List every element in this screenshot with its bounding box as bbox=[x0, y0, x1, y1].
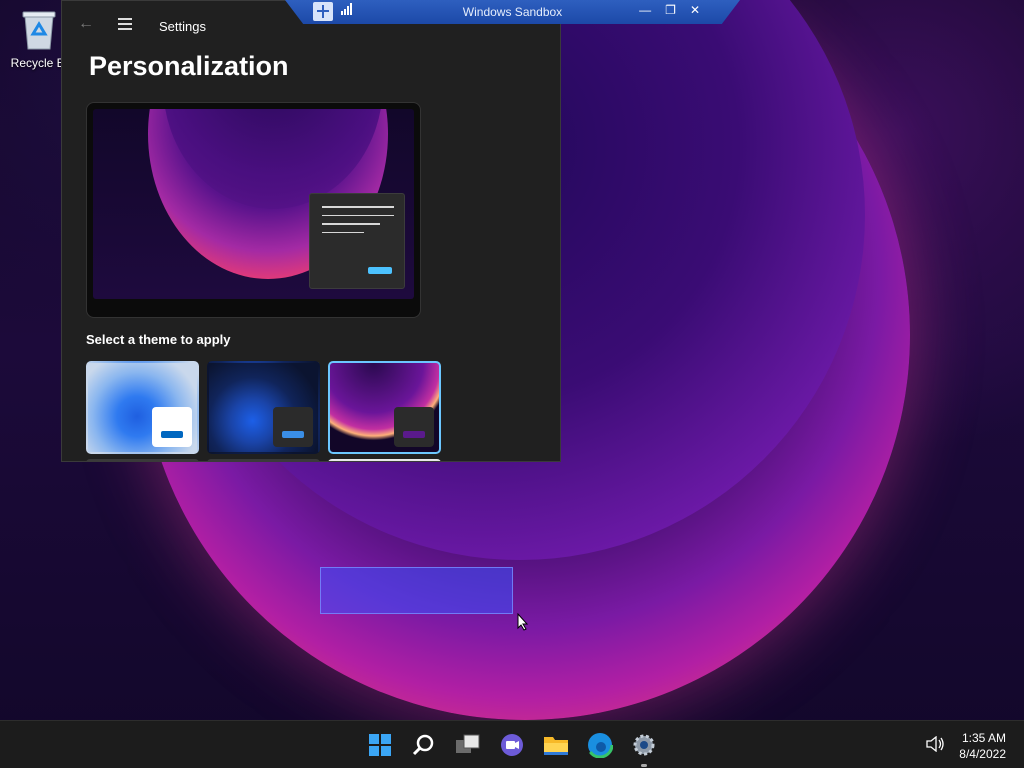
theme-section-label: Select a theme to apply bbox=[86, 332, 231, 347]
theme-dark[interactable] bbox=[207, 361, 320, 454]
theme-row2-3[interactable] bbox=[328, 459, 441, 461]
chat-icon[interactable] bbox=[496, 729, 528, 761]
file-explorer-icon[interactable] bbox=[540, 729, 572, 761]
edge-icon[interactable] bbox=[584, 729, 616, 761]
theme-preview bbox=[86, 102, 421, 318]
theme-list bbox=[86, 361, 441, 454]
clock[interactable]: 1:35 AM 8/4/2022 bbox=[959, 730, 1006, 762]
recycle-bin-label: Recycle Bi bbox=[10, 56, 68, 70]
restore-icon[interactable]: ❐ bbox=[665, 3, 676, 17]
back-arrow-icon[interactable]: ← bbox=[78, 15, 94, 33]
start-icon[interactable] bbox=[364, 729, 396, 761]
app-title: Settings bbox=[159, 19, 206, 34]
taskbar: 1:35 AM 8/4/2022 bbox=[0, 720, 1024, 768]
desktop-selection-rectangle bbox=[320, 567, 513, 614]
theme-light-preview-window bbox=[152, 407, 192, 447]
search-icon[interactable] bbox=[408, 729, 440, 761]
settings-window: ← Settings Personalization Select a them… bbox=[61, 0, 561, 462]
preview-button bbox=[368, 267, 392, 274]
theme-dark-preview-window bbox=[273, 407, 313, 447]
minimize-icon[interactable]: — bbox=[639, 3, 651, 17]
clock-time: 1:35 AM bbox=[961, 731, 1006, 745]
theme-row2-2[interactable] bbox=[207, 459, 320, 461]
sandbox-titlebar: Windows Sandbox — ❐ ✕ bbox=[285, 0, 740, 24]
taskbar-apps bbox=[364, 729, 660, 767]
active-app-indicator bbox=[641, 764, 647, 767]
close-icon[interactable]: ✕ bbox=[690, 3, 700, 17]
settings-icon[interactable] bbox=[628, 729, 660, 767]
preview-window bbox=[309, 193, 405, 289]
theme-row2-1[interactable] bbox=[86, 459, 199, 461]
hamburger-menu-icon[interactable] bbox=[118, 18, 132, 30]
theme-glow[interactable] bbox=[328, 361, 441, 454]
clock-date: 8/4/2022 bbox=[959, 747, 1006, 761]
theme-list-row-2 bbox=[86, 459, 441, 461]
task-view-icon[interactable] bbox=[452, 729, 484, 761]
volume-icon[interactable] bbox=[926, 735, 944, 755]
page-title: Personalization bbox=[89, 51, 289, 81]
theme-glow-preview-window bbox=[394, 407, 434, 447]
recycle-bin-icon bbox=[21, 8, 57, 50]
theme-light[interactable] bbox=[86, 361, 199, 454]
